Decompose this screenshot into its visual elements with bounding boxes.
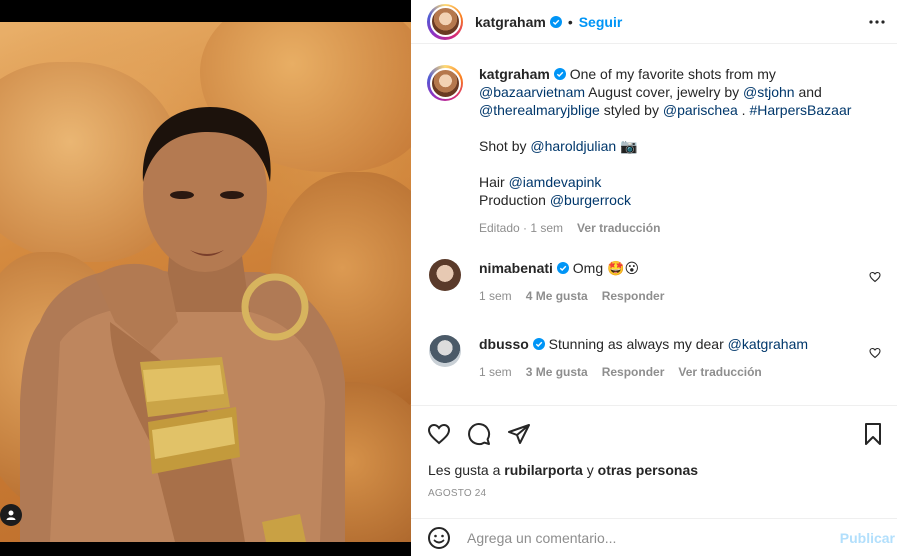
- comment-item: nimabenati Omg 🤩😮 1 sem 4 Me gusta Respond…: [427, 259, 881, 305]
- reply-button[interactable]: Responder: [602, 289, 665, 303]
- model-figure: [20, 107, 345, 542]
- user-tag-icon[interactable]: [0, 504, 22, 526]
- edited-timestamp[interactable]: Editado · 1 sem: [479, 221, 563, 235]
- publish-button[interactable]: Publicar: [840, 530, 895, 546]
- verified-icon: [553, 68, 566, 80]
- comment-text: Omg 🤩😮: [568, 260, 640, 276]
- verified-icon: [549, 15, 562, 28]
- add-comment-bar: Publicar: [411, 518, 897, 556]
- comment-text: Stunning as always my dear: [544, 336, 728, 352]
- post-sidebar: katgraham • Seguir katgraham One of my f…: [411, 0, 897, 556]
- post-caption: katgraham One of my favorite shots from …: [427, 53, 881, 237]
- caption-text: and: [794, 84, 822, 100]
- comment-likes[interactable]: 4 Me gusta: [526, 289, 588, 303]
- post-image[interactable]: [0, 22, 411, 542]
- translate-link[interactable]: Ver traducción: [577, 221, 660, 235]
- likes-prefix: Les gusta a: [428, 462, 505, 478]
- comment-meta: 1 sem 4 Me gusta Responder: [479, 287, 859, 305]
- caption-meta: Editado · 1 sem Ver traducción: [479, 219, 869, 237]
- caption-text: .: [737, 102, 750, 118]
- comment-input[interactable]: [467, 529, 807, 546]
- post-header: katgraham • Seguir: [411, 0, 897, 44]
- comment-meta: 1 sem 3 Me gusta Responder Ver traducción: [479, 363, 859, 381]
- action-bar: [411, 405, 897, 461]
- comment-icon[interactable]: [467, 422, 491, 446]
- reply-button[interactable]: Responder: [602, 365, 665, 379]
- mention-link[interactable]: @stjohn: [743, 84, 795, 100]
- camera-emoji: 📷: [616, 138, 638, 154]
- other-likers-link[interactable]: otras personas: [598, 462, 698, 478]
- author-avatar[interactable]: [427, 3, 463, 40]
- commenter-avatar[interactable]: [429, 259, 461, 291]
- post-date[interactable]: AGOSTO 24: [428, 488, 486, 499]
- heart-icon[interactable]: [427, 422, 451, 446]
- author-username[interactable]: katgraham: [475, 14, 546, 30]
- comment-heart-icon[interactable]: [869, 347, 881, 359]
- caption-text: Shot by: [479, 138, 531, 154]
- mention-link[interactable]: @parischea: [663, 102, 738, 118]
- paper-plane-icon[interactable]: [507, 422, 531, 446]
- caption-username[interactable]: katgraham: [479, 66, 550, 82]
- comment-age[interactable]: 1 sem: [479, 365, 512, 379]
- caption-text: One of my favorite shots from my: [565, 66, 776, 82]
- translate-link[interactable]: Ver traducción: [678, 365, 761, 379]
- verified-icon: [532, 338, 545, 350]
- follow-button[interactable]: Seguir: [579, 14, 623, 30]
- comment-heart-icon[interactable]: [869, 271, 881, 283]
- caption-avatar[interactable]: [427, 65, 463, 101]
- comment-username[interactable]: nimabenati: [479, 260, 553, 276]
- mention-link[interactable]: @katgraham: [728, 336, 808, 352]
- mention-link[interactable]: @haroldjulian: [530, 138, 616, 154]
- dot-separator: •: [567, 13, 573, 30]
- bookmark-icon[interactable]: [861, 422, 885, 446]
- caption-text: August cover, jewelry by: [585, 84, 744, 100]
- caption-text: styled by: [599, 102, 663, 118]
- commenter-avatar[interactable]: [429, 335, 461, 367]
- comments-list[interactable]: katgraham One of my favorite shots from …: [411, 53, 897, 405]
- comment-likes[interactable]: 3 Me gusta: [526, 365, 588, 379]
- mention-link[interactable]: @iamdevapink: [509, 174, 602, 190]
- comment-username[interactable]: dbusso: [479, 336, 529, 352]
- mention-link[interactable]: @therealmaryjblige: [479, 102, 600, 118]
- mention-link[interactable]: @bazaarvietnam: [479, 84, 585, 100]
- liker-username[interactable]: rubilarporta: [504, 462, 583, 478]
- comment-item: dbusso Stunning as always my dear @katgr…: [427, 335, 881, 381]
- likes-middle: y: [582, 462, 598, 478]
- caption-text: Production: [479, 192, 550, 208]
- emoji-icon[interactable]: [427, 526, 451, 550]
- likes-summary: Les gusta a rubilarporta y otras persona…: [428, 462, 698, 478]
- post-photo-panel: [0, 0, 411, 556]
- caption-text: Hair: [479, 174, 509, 190]
- more-horizontal-icon[interactable]: [865, 10, 889, 34]
- comment-age[interactable]: 1 sem: [479, 289, 512, 303]
- verified-icon: [556, 262, 569, 274]
- hashtag-link[interactable]: #HarpersBazaar: [749, 102, 851, 118]
- mention-link[interactable]: @burgerrock: [550, 192, 631, 208]
